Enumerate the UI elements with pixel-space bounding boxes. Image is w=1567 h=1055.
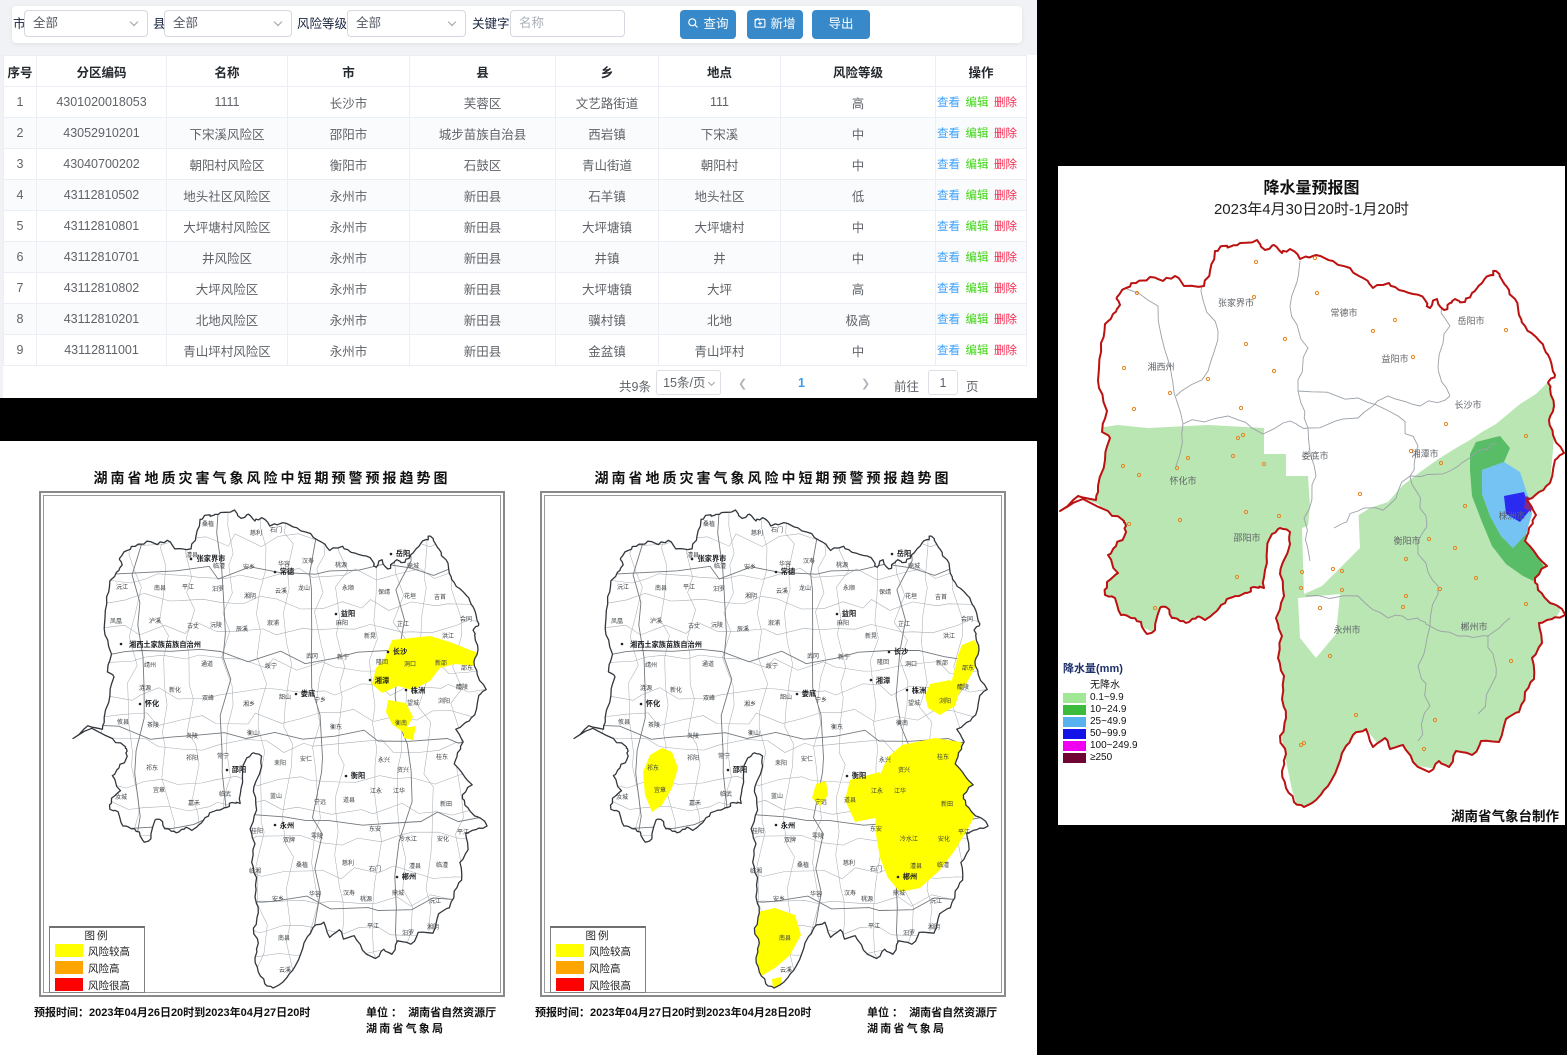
svg-text:怀化市: 怀化市 bbox=[1169, 475, 1196, 486]
svg-text:邵阳市: 邵阳市 bbox=[1233, 532, 1260, 543]
svg-text:湘潭市: 湘潭市 bbox=[1411, 448, 1438, 459]
svg-text:永州市: 永州市 bbox=[1333, 624, 1360, 635]
svg-text:衡阳市: 衡阳市 bbox=[1393, 535, 1420, 546]
svg-text:长沙市: 长沙市 bbox=[1454, 399, 1481, 410]
svg-text:张家界市: 张家界市 bbox=[1218, 297, 1254, 308]
svg-text:岳阳市: 岳阳市 bbox=[1457, 315, 1484, 326]
svg-text:常德市: 常德市 bbox=[1330, 307, 1357, 318]
svg-text:郴州市: 郴州市 bbox=[1460, 621, 1487, 632]
svg-text:湘西州: 湘西州 bbox=[1147, 361, 1174, 372]
svg-text:益阳市: 益阳市 bbox=[1381, 353, 1408, 364]
svg-text:株洲市: 株洲市 bbox=[1498, 510, 1525, 521]
svg-text:娄底市: 娄底市 bbox=[1301, 450, 1328, 461]
